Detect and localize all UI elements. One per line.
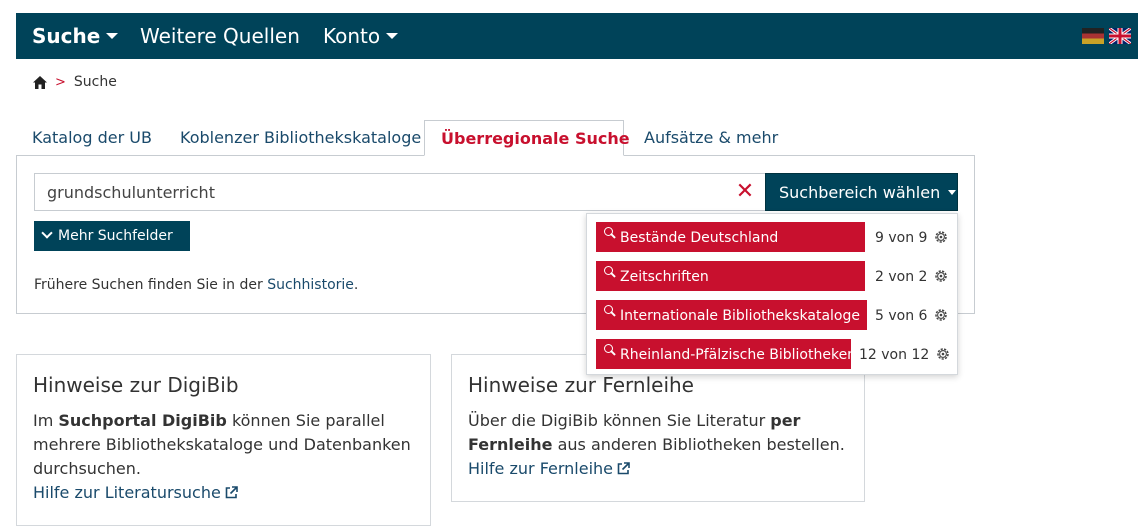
nav-account-label: Konto: [323, 24, 381, 48]
fernleihe-text: Über die DigiBib können Sie Literatur pe…: [468, 409, 848, 481]
search-scope-button[interactable]: Suchbereich wählen: [765, 173, 958, 211]
digibib-title: Hinweise zur DigiBib: [33, 373, 239, 397]
scope-count: 2 von 2: [875, 261, 948, 291]
nav-search-menu[interactable]: Suche: [32, 13, 119, 59]
scope-count: 12 von 12: [859, 339, 950, 369]
uk-flag-icon[interactable]: [1109, 28, 1131, 44]
nav-sources-label: Weitere Quellen: [140, 24, 300, 48]
digibib-text-bold: Suchportal DigiBib: [58, 411, 227, 430]
link-label: Hilfe zur Literatursuche: [33, 483, 221, 502]
scope-label: Bestände Deutschland: [620, 230, 779, 246]
scope-count-text: 5 von 6: [875, 308, 928, 324]
digibib-info-box: Hinweise zur DigiBib Im Suchportal DigiB…: [16, 354, 431, 526]
history-prefix: Frühere Suchen finden Sie in der: [34, 277, 263, 293]
nav-account-menu[interactable]: Konto: [323, 13, 399, 59]
fernleihe-title: Hinweise zur Fernleihe: [468, 373, 694, 397]
scope-count-text: 2 von 2: [875, 269, 928, 285]
scope-count-text: 9 von 9: [875, 230, 928, 246]
gear-icon[interactable]: [936, 347, 950, 361]
scope-label: Internationale Bibliothekskataloge: [620, 308, 860, 324]
nav-more-sources[interactable]: Weitere Quellen: [140, 13, 300, 59]
gear-icon[interactable]: [934, 230, 948, 244]
scope-label: Zeitschriften: [620, 269, 709, 285]
digibib-text-part: Im: [33, 411, 59, 430]
tab-katalog-ub[interactable]: Katalog der UB: [32, 120, 152, 155]
digibib-text: Im Suchportal DigiBib können Sie paralle…: [33, 409, 414, 505]
search-input[interactable]: [34, 173, 742, 211]
gear-icon[interactable]: [934, 269, 948, 283]
tab-koblenzer-kataloge[interactable]: Koblenzer Bibliothekskataloge: [180, 120, 421, 155]
link-label: Hilfe zur Fernleihe: [468, 459, 614, 478]
search-icon: [604, 344, 616, 356]
breadcrumb-current: Suche: [73, 74, 117, 90]
scope-rheinland-pfalz-button[interactable]: Rheinland-Pfälzische Bibliotheken: [596, 339, 856, 369]
home-icon[interactable]: [33, 75, 47, 89]
fernleihe-help-link[interactable]: Hilfe zur Fernleihe: [468, 459, 630, 478]
scope-count-text: 12 von 12: [859, 347, 930, 363]
tab-aufsaetze[interactable]: Aufsätze & mehr: [644, 120, 778, 155]
caret-down-icon: [948, 190, 957, 195]
fernleihe-text-part: Über die DigiBib können Sie Literatur: [468, 411, 771, 430]
search-icon: [604, 305, 616, 317]
scope-internationale-kataloge-button[interactable]: Internationale Bibliothekskataloge: [596, 300, 867, 330]
german-flag-icon[interactable]: [1082, 28, 1104, 44]
scope-bestaende-deutschland-button[interactable]: Bestände Deutschland: [596, 222, 865, 252]
fernleihe-text-part: aus anderen Bibliotheken bestellen.: [552, 435, 845, 454]
search-icon: [604, 266, 616, 278]
external-link-icon: [225, 486, 238, 499]
scope-zeitschriften-button[interactable]: Zeitschriften: [596, 261, 865, 291]
caret-down-icon: [106, 33, 119, 39]
tab-ueberregionale-suche[interactable]: Überregionale Suche: [424, 120, 630, 156]
gear-icon[interactable]: [934, 308, 948, 322]
breadcrumb: > Suche: [33, 72, 117, 92]
nav-search-label: Suche: [32, 24, 101, 48]
external-link-icon: [617, 462, 630, 475]
scope-button-label: Suchbereich wählen: [779, 183, 941, 202]
fernleihe-info-box: Hinweise zur Fernleihe Über die DigiBib …: [451, 354, 865, 502]
search-icon: [604, 227, 616, 239]
clear-search-button[interactable]: ✕: [725, 173, 765, 211]
literature-search-help-link[interactable]: Hilfe zur Literatursuche: [33, 483, 238, 502]
close-icon: ✕: [735, 179, 755, 204]
more-search-fields-button[interactable]: Mehr Suchfelder: [34, 221, 190, 251]
history-suffix: .: [353, 277, 359, 293]
chevron-down-icon: [41, 227, 53, 239]
search-history-note: Frühere Suchen finden Sie in der Suchhis…: [34, 277, 358, 293]
top-navbar: Suche Weitere Quellen Konto: [16, 13, 1138, 59]
search-scope-dropdown: Bestände Deutschland 9 von 9 Zeitschrift…: [586, 213, 958, 375]
scope-label: Rheinland-Pfälzische Bibliotheken: [620, 347, 857, 363]
breadcrumb-separator: >: [55, 74, 66, 90]
scope-count: 9 von 9: [875, 222, 948, 252]
search-history-link[interactable]: Suchhistorie: [267, 277, 354, 293]
more-fields-label: Mehr Suchfelder: [58, 228, 173, 244]
scope-count: 5 von 6: [875, 300, 948, 330]
caret-down-icon: [386, 33, 399, 39]
